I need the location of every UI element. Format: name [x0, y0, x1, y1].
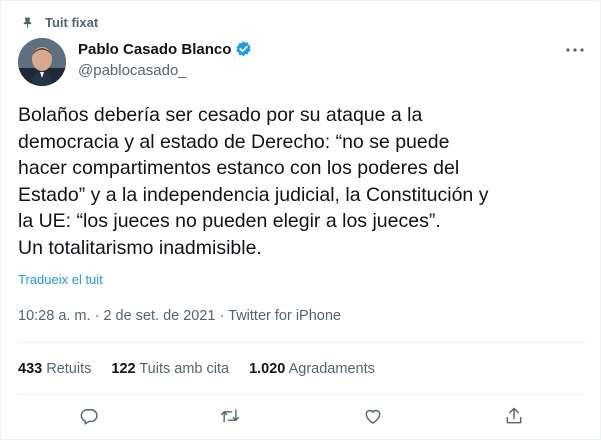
- tweet-text-line: Estado” y a la independencia judicial, l…: [18, 183, 489, 206]
- more-options-icon: [566, 48, 584, 52]
- tweet-text: Bolaños debería ser cesado por su ataque…: [18, 102, 588, 261]
- retweet-icon: [220, 409, 240, 423]
- tweet-source[interactable]: Twitter for iPhone: [228, 308, 341, 324]
- likes-label: Agradaments: [288, 361, 375, 377]
- translate-tweet-link[interactable]: Tradueix el tuit: [18, 272, 103, 287]
- verified-badge-icon: [236, 40, 251, 56]
- avatar-photo: [18, 38, 66, 86]
- likes-stat[interactable]: 1.020 Agradaments: [249, 361, 375, 377]
- share-icon: [506, 407, 522, 424]
- author-block: Pablo Casado Blanco @pablocasado_: [78, 39, 253, 81]
- tweet-date[interactable]: 2 de set. de 2021: [103, 308, 215, 324]
- likes-count: 1.020: [249, 361, 286, 377]
- reply-button[interactable]: [76, 403, 102, 429]
- pinned-indicator: Tuit fixat: [17, 11, 98, 33]
- more-options-button[interactable]: [562, 40, 588, 60]
- pin-icon: [23, 17, 32, 28]
- author-handle[interactable]: @pablocasado_: [78, 61, 253, 81]
- meta-separator: ·: [215, 308, 229, 324]
- tweet-text-line: la UE: “los jueces no pueden elegir a lo…: [18, 210, 441, 232]
- avatar[interactable]: [18, 38, 66, 86]
- divider: [18, 394, 586, 395]
- pinned-label: Tuit fixat: [45, 14, 99, 30]
- tweet-time[interactable]: 10:28 a. m.: [18, 308, 91, 324]
- author-name[interactable]: Pablo Casado Blanco: [78, 41, 231, 58]
- quotes-label: Tuits amb cita: [139, 361, 230, 377]
- tweet-text-line: Un totalitarismo inadmisible.: [18, 236, 262, 259]
- reply-icon: [80, 409, 98, 425]
- tweet-card: Tuit fixat Pablo Casado Blanco @pablocas…: [0, 0, 601, 440]
- tweet-text-line: hacer compartimentos estanco con los pod…: [18, 157, 460, 179]
- retweet-button[interactable]: [217, 403, 243, 429]
- tweet-text-line: Bolaños debería ser cesado por su ataque…: [18, 104, 423, 126]
- divider: [18, 342, 586, 343]
- retweets-label: Retuits: [46, 361, 92, 377]
- meta-separator: ·: [90, 308, 104, 324]
- retweets-stat[interactable]: 433 Retuits: [18, 361, 91, 377]
- author-name-row: Pablo Casado Blanco: [78, 39, 253, 59]
- tweet-text-line: democracia y al estado de Derecho: “no s…: [18, 130, 450, 153]
- engagement-stats: 433 Retuits 122 Tuits amb cita 1.020 Agr…: [18, 357, 395, 381]
- share-button[interactable]: [501, 403, 527, 429]
- quotes-stat[interactable]: 122 Tuits amb cita: [111, 361, 229, 377]
- tweet-metadata: 10:28 a. m. · 2 de set. de 2021 · Twitte…: [18, 306, 341, 326]
- like-button[interactable]: [360, 403, 386, 429]
- like-icon: [365, 409, 381, 424]
- retweets-count: 433: [18, 361, 43, 377]
- tweet-actions: [1, 399, 601, 433]
- quotes-count: 122: [111, 361, 136, 377]
